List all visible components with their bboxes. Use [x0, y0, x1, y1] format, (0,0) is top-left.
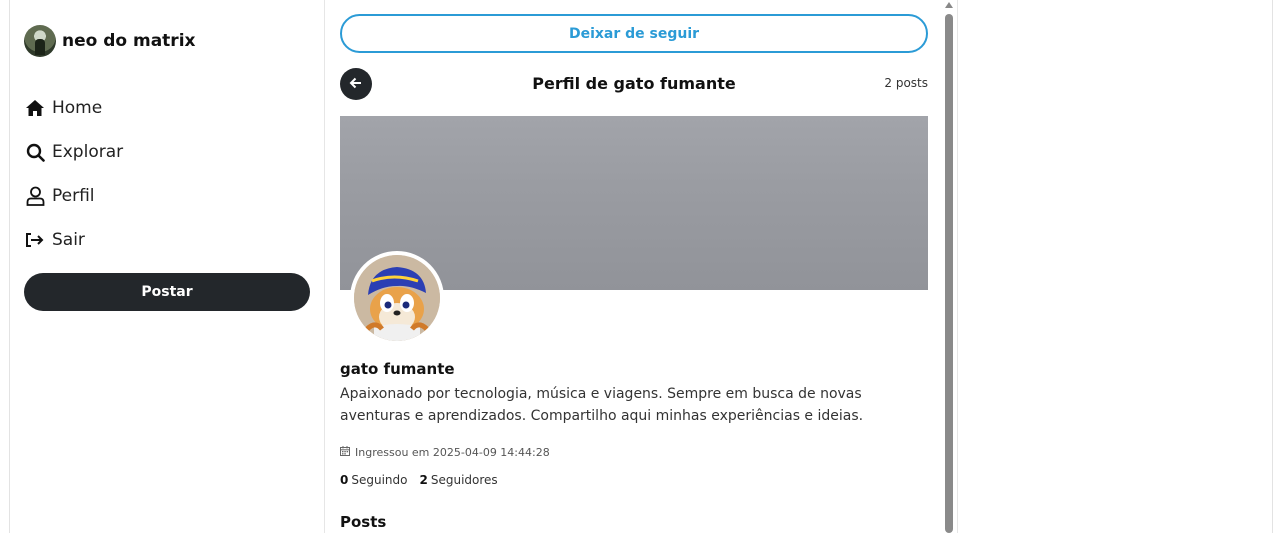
- following-count: 0: [340, 473, 349, 487]
- main-scrollbar[interactable]: [943, 0, 954, 533]
- page-right-border: [1272, 0, 1273, 533]
- search-icon: [24, 141, 46, 163]
- following-stat[interactable]: 0 Seguindo: [340, 473, 407, 487]
- page-left-border: [9, 0, 10, 533]
- unfollow-button[interactable]: Deixar de seguir: [340, 14, 928, 53]
- person-icon: [24, 185, 46, 207]
- joined-date: Ingressou em 2025-04-09 14:44:28: [340, 446, 550, 459]
- sidebar-item-label: Perfil: [52, 186, 95, 206]
- following-label: Seguindo: [351, 473, 408, 487]
- back-button[interactable]: [340, 68, 372, 100]
- followers-count: 2: [419, 473, 428, 487]
- sidebar-item-label: Home: [52, 98, 103, 118]
- scrollbar-thumb[interactable]: [945, 14, 953, 533]
- profile-avatar-image: [354, 255, 440, 341]
- main-column-left-border: [324, 0, 325, 533]
- current-user[interactable]: neo do matrix: [24, 25, 196, 57]
- profile-bio: Apaixonado por tecnologia, música e viag…: [340, 386, 864, 424]
- profile-avatar: [350, 251, 444, 345]
- sidebar-item-label: Sair: [52, 230, 85, 250]
- home-icon: [24, 97, 46, 119]
- posts-heading: Posts: [340, 513, 387, 531]
- page-title: Perfil de gato fumante: [532, 74, 736, 93]
- sidebar-item-explorar[interactable]: Explorar: [24, 130, 123, 174]
- user-name: neo do matrix: [62, 31, 196, 51]
- post-button[interactable]: Postar: [24, 273, 310, 311]
- sidebar-item-perfil[interactable]: Perfil: [24, 174, 123, 218]
- profile-header: Perfil de gato fumante 2 posts: [340, 68, 928, 100]
- post-count: 2 posts: [884, 76, 928, 90]
- joined-text: Ingressou em 2025-04-09 14:44:28: [355, 446, 550, 459]
- sidebar: neo do matrix Home Explorar Perfil Sair: [24, 0, 310, 533]
- scroll-up-arrow-icon[interactable]: [945, 2, 953, 8]
- logout-icon: [24, 229, 46, 251]
- followers-stat[interactable]: 2 Seguidores: [419, 473, 497, 487]
- sidebar-nav: Home Explorar Perfil Sair: [24, 86, 123, 262]
- user-avatar[interactable]: [24, 25, 56, 57]
- arrow-left-icon: [349, 75, 363, 94]
- followers-label: Seguidores: [430, 473, 498, 487]
- profile-name: gato fumante: [340, 360, 455, 378]
- calendar-icon: [340, 446, 355, 459]
- sidebar-item-sair[interactable]: Sair: [24, 218, 123, 262]
- profile-main: Deixar de seguir Perfil de gato fumante …: [340, 0, 928, 533]
- sidebar-item-home[interactable]: Home: [24, 86, 123, 130]
- follow-stats: 0 Seguindo 2 Seguidores: [340, 473, 510, 487]
- sidebar-item-label: Explorar: [52, 142, 124, 162]
- main-column-right-border: [957, 0, 958, 533]
